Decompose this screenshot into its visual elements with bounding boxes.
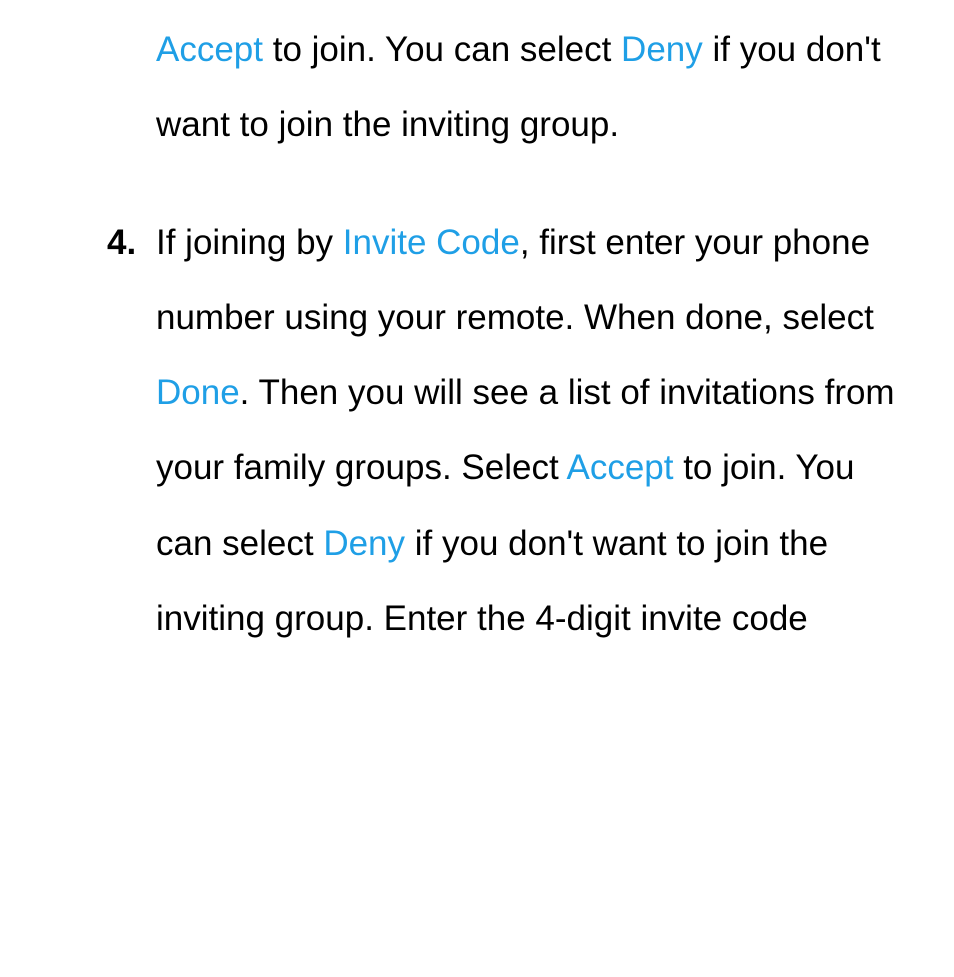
highlight-term: Deny xyxy=(323,524,405,563)
document-content: Accept to join. You can select Deny if y… xyxy=(0,12,954,656)
step4-paragraph: If joining by Invite Code, first enter y… xyxy=(156,205,900,657)
body-text: to join. You can select xyxy=(263,30,621,69)
highlight-term: Invite Code xyxy=(343,223,520,262)
body-text: If joining by xyxy=(156,223,343,262)
step3-paragraph: Accept to join. You can select Deny if y… xyxy=(156,12,900,163)
step4-number: 4. xyxy=(107,205,136,280)
step4-container: 4. If joining by Invite Code, first ente… xyxy=(156,205,900,657)
highlight-term: Done xyxy=(156,373,240,412)
highlight-term: Deny xyxy=(621,30,703,69)
highlight-term: Accept xyxy=(566,448,673,487)
highlight-term: Accept xyxy=(156,30,263,69)
step3-trailing-text: Accept to join. You can select Deny if y… xyxy=(156,12,900,163)
